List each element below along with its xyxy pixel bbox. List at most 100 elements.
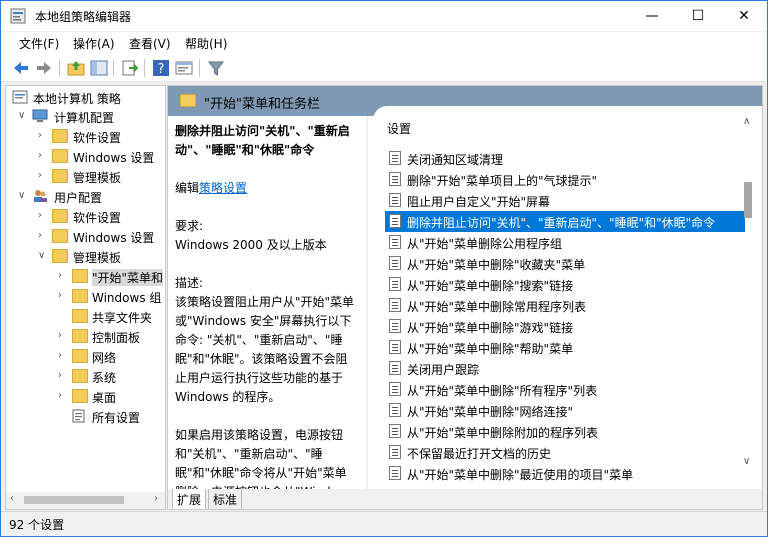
close-button[interactable]: ✕ bbox=[721, 1, 767, 31]
list-item[interactable]: 不保留最近打开文档的历史 bbox=[385, 442, 745, 463]
policy-setting-icon bbox=[389, 361, 401, 375]
help-icon[interactable]: ? bbox=[151, 58, 171, 78]
menu-action[interactable]: 操作(A) bbox=[73, 35, 115, 52]
tree-label: 共享文件夹 bbox=[92, 311, 153, 325]
policy-setting-icon bbox=[389, 319, 401, 333]
requirements-label: 要求: bbox=[175, 219, 204, 233]
tree-label: 计算机配置 bbox=[54, 111, 115, 125]
policy-setting-icon bbox=[389, 151, 401, 165]
toolbar-separator bbox=[59, 59, 60, 77]
chevron-right-icon[interactable]: › bbox=[58, 290, 68, 302]
menu-view[interactable]: 查看(V) bbox=[129, 35, 171, 52]
list-item[interactable]: 从"开始"菜单中删除"收藏夹"菜单 bbox=[385, 253, 745, 274]
chevron-down-icon[interactable]: ∨ bbox=[18, 110, 28, 122]
chevron-right-icon[interactable]: › bbox=[58, 270, 68, 282]
list-item[interactable]: 删除并阻止访问"关机"、"重新启动"、"睡眠"和"休眠"命令 bbox=[385, 211, 745, 232]
tree-label: "开始"菜单和 bbox=[92, 269, 164, 286]
menu-bar: 文件(F) 操作(A) 查看(V) 帮助(H) bbox=[1, 32, 767, 54]
folder-icon bbox=[72, 269, 88, 283]
list-item[interactable]: 从"开始"菜单中删除常用程序列表 bbox=[385, 295, 745, 316]
policy-setting-icon bbox=[389, 172, 401, 186]
computer-icon bbox=[32, 109, 48, 122]
policy-setting-icon bbox=[389, 277, 401, 291]
minimize-button[interactable]: — bbox=[629, 1, 675, 31]
list-item-label: 从"开始"菜单删除公用程序组 bbox=[407, 237, 563, 251]
list-item[interactable]: 从"开始"菜单中删除"最近使用的项目"菜单 bbox=[385, 463, 745, 484]
list-item[interactable]: 删除"开始"菜单项目上的"气球提示" bbox=[385, 169, 745, 190]
scroll-left-icon[interactable]: ‹ bbox=[10, 493, 14, 504]
policy-setting-icon bbox=[389, 214, 401, 228]
scrollbar-thumb[interactable] bbox=[744, 182, 752, 218]
list-item[interactable]: 阻止用户自定义"开始"屏幕 bbox=[385, 190, 745, 211]
folder-icon bbox=[72, 309, 88, 323]
show-hide-tree-icon[interactable] bbox=[89, 58, 109, 78]
list-item-label: 从"开始"菜单中删除"帮助"菜单 bbox=[407, 342, 574, 356]
export-list-icon[interactable] bbox=[120, 58, 140, 78]
chevron-right-icon[interactable]: › bbox=[58, 350, 68, 362]
menu-file[interactable]: 文件(F) bbox=[19, 35, 59, 52]
policy-setting-icon bbox=[389, 403, 401, 417]
chevron-right-icon[interactable]: › bbox=[38, 130, 48, 142]
scroll-right-icon[interactable]: › bbox=[154, 493, 158, 504]
tree-label: 本地计算机 策略 bbox=[33, 92, 121, 106]
folder-icon bbox=[52, 149, 68, 163]
chevron-right-icon[interactable]: › bbox=[38, 150, 48, 162]
list-item[interactable]: 从"开始"菜单中删除附加的程序列表 bbox=[385, 421, 745, 442]
list-item[interactable]: 从"开始"菜单中删除"所有程序"列表 bbox=[385, 379, 745, 400]
chevron-down-icon[interactable]: ∨ bbox=[18, 190, 28, 202]
group-policy-editor-window: 本地组策略编辑器 — ☐ ✕ 文件(F) 操作(A) 查看(V) 帮助(H) ?… bbox=[0, 0, 768, 537]
list-item[interactable]: 从"开始"菜单中删除"搜索"链接 bbox=[385, 274, 745, 295]
policy-editor-app-icon bbox=[10, 8, 26, 24]
title-bar: 本地组策略编辑器 — ☐ ✕ bbox=[1, 1, 767, 31]
tree-label: Windows 设置 bbox=[73, 231, 155, 245]
filter-icon[interactable] bbox=[206, 58, 226, 78]
edit-policy-link[interactable]: 策略设置 bbox=[199, 181, 247, 195]
list-item[interactable]: 从"开始"菜单中删除"帮助"菜单 bbox=[385, 337, 745, 358]
chevron-right-icon[interactable]: › bbox=[58, 330, 68, 342]
chevron-right-icon[interactable]: › bbox=[38, 210, 48, 222]
policy-setting-icon bbox=[389, 424, 401, 438]
tab-extended[interactable]: 扩展 bbox=[172, 489, 207, 509]
list-item-label: 关闭通知区域清理 bbox=[407, 153, 504, 167]
policy-setting-icon bbox=[389, 466, 401, 480]
list-item-label: 从"开始"菜单中删除"收藏夹"菜单 bbox=[407, 258, 586, 272]
chevron-right-icon[interactable]: › bbox=[38, 230, 48, 242]
description-scrollbar[interactable] bbox=[366, 116, 368, 489]
chevron-right-icon[interactable]: › bbox=[38, 170, 48, 182]
forward-arrow-icon[interactable] bbox=[34, 58, 54, 78]
list-item[interactable]: 从"开始"菜单中删除"游戏"链接 bbox=[385, 316, 745, 337]
up-folder-icon[interactable] bbox=[66, 58, 86, 78]
settings-column-header[interactable]: 设置 bbox=[387, 120, 411, 137]
tree-label: Windows 设置 bbox=[73, 151, 155, 165]
folder-icon bbox=[72, 389, 88, 403]
tree-horizontal-scrollbar[interactable]: ‹ › bbox=[6, 492, 165, 509]
list-item[interactable]: 从"开始"菜单中删除"网络连接" bbox=[385, 400, 745, 421]
properties-icon[interactable] bbox=[174, 58, 194, 78]
policy-setting-icon bbox=[389, 382, 401, 396]
chevron-down-icon[interactable]: ∨ bbox=[38, 250, 48, 262]
policy-setting-icon bbox=[389, 340, 401, 354]
folder-icon bbox=[52, 209, 68, 223]
policy-setting-icon bbox=[389, 193, 401, 207]
maximize-button[interactable]: ☐ bbox=[675, 1, 721, 31]
tree-label: 用户配置 bbox=[54, 191, 103, 205]
policy-setting-icon bbox=[389, 256, 401, 270]
list-item[interactable]: 关闭通知区域清理 bbox=[385, 148, 745, 169]
list-item[interactable]: 关闭用户跟踪 bbox=[385, 358, 745, 379]
tree-label: Windows 组 bbox=[92, 291, 162, 305]
chevron-right-icon[interactable]: › bbox=[58, 390, 68, 402]
list-item[interactable]: 从"开始"菜单删除公用程序组 bbox=[385, 232, 745, 253]
back-arrow-icon[interactable] bbox=[11, 58, 31, 78]
requirements-value: Windows 2000 及以上版本 bbox=[175, 238, 327, 252]
scroll-down-icon[interactable]: ∨ bbox=[743, 456, 750, 467]
tab-standard[interactable]: 标准 bbox=[208, 489, 243, 509]
settings-list: 设置 ∧ 关闭通知区域清理删除"开始"菜单项目上的"气球提示" 阻止用户自定义"开… bbox=[373, 106, 762, 491]
scroll-up-icon[interactable]: ∧ bbox=[743, 116, 750, 127]
enable-body: 如果启用该策略设置，电源按钮和"关机"、"重新启动"、"睡眠"和"休眠"命令将从… bbox=[175, 428, 354, 489]
folder-icon bbox=[180, 94, 196, 107]
folder-icon bbox=[52, 249, 68, 263]
menu-help[interactable]: 帮助(H) bbox=[185, 35, 227, 52]
policy-setting-icon bbox=[389, 235, 401, 249]
scrollbar-thumb[interactable] bbox=[24, 496, 124, 504]
chevron-right-icon[interactable]: › bbox=[58, 370, 68, 382]
